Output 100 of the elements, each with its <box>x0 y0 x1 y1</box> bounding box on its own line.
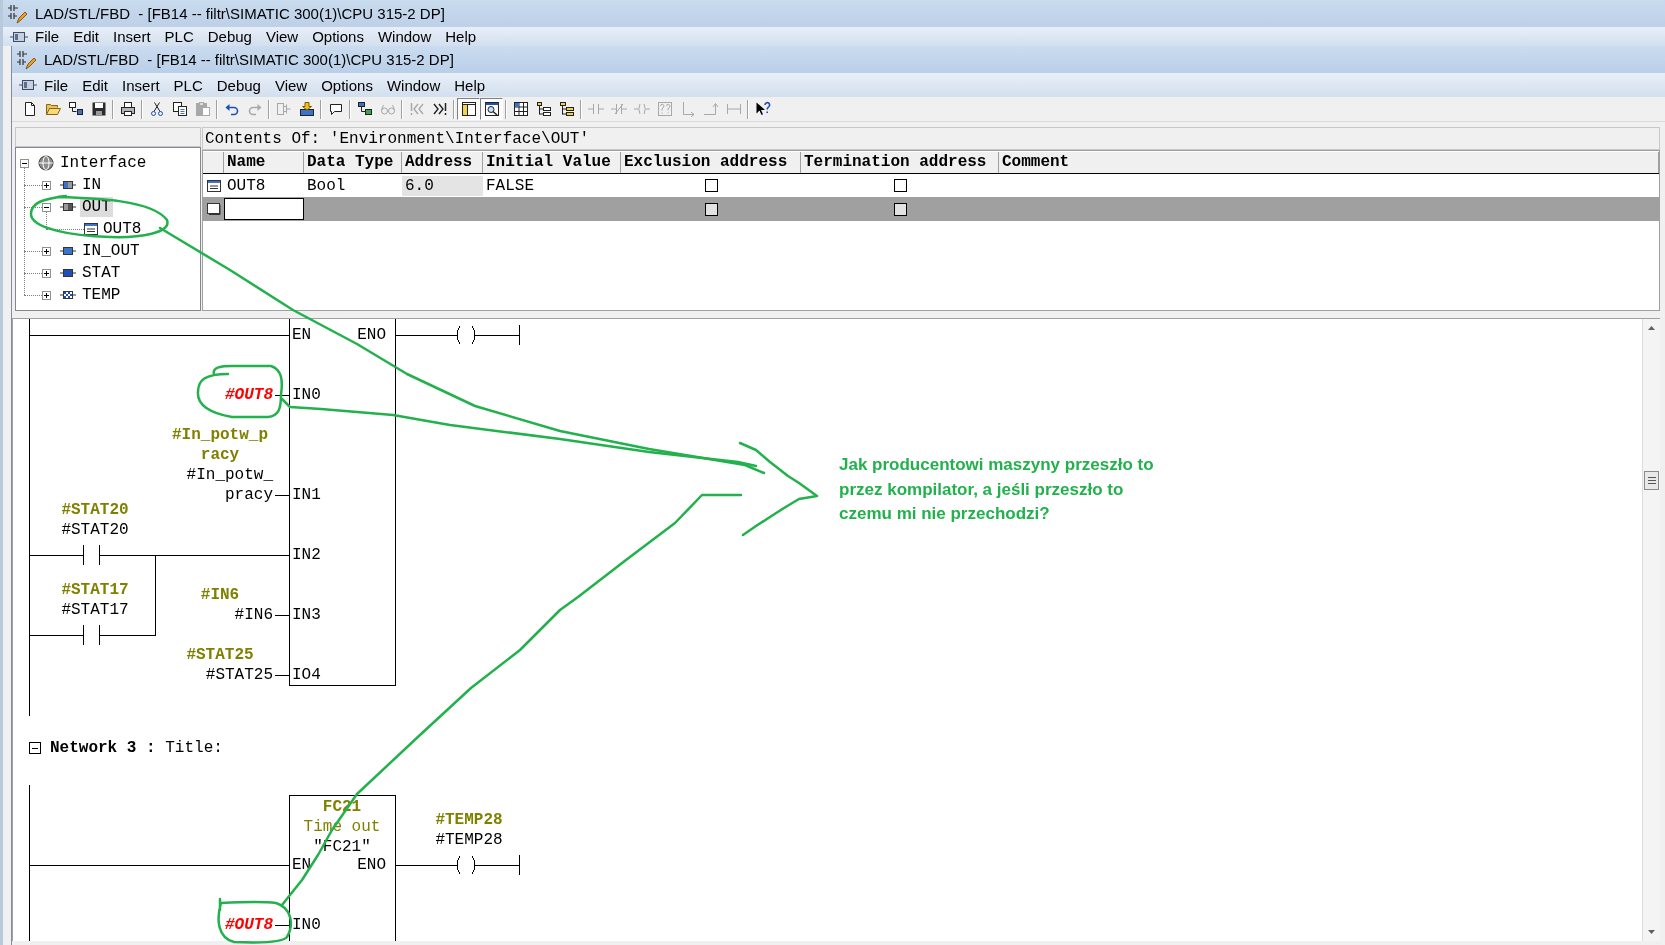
pin-label: ENO <box>357 855 386 875</box>
open-folder-icon <box>44 101 61 117</box>
wire <box>274 614 290 616</box>
magnifier-window-button[interactable] <box>480 98 503 120</box>
caret-up-icon <box>1648 326 1655 330</box>
expand-icon[interactable] <box>42 290 51 300</box>
help-pointer-icon <box>754 101 771 117</box>
download-icon <box>298 101 315 117</box>
menu-item[interactable]: Options <box>305 28 371 45</box>
clipboard-icon <box>194 101 211 117</box>
copy-icon <box>171 101 188 117</box>
scroll-thumb[interactable] <box>1644 471 1659 490</box>
network-icon <box>356 101 373 117</box>
collapse-icon[interactable] <box>42 202 51 212</box>
contact-symbol <box>82 624 100 646</box>
menu-item[interactable]: Options <box>314 76 380 94</box>
wire <box>274 924 290 926</box>
column-header: Address <box>402 152 483 173</box>
expand-icon[interactable] <box>42 268 51 278</box>
tree-item[interactable]: OUT8 <box>101 219 144 239</box>
menu-item[interactable]: File <box>28 28 67 45</box>
menu-item[interactable]: Help <box>447 76 493 94</box>
question-box-icon <box>656 101 673 117</box>
caret-down-icon <box>1648 930 1655 934</box>
menu-item[interactable]: Insert <box>106 28 158 45</box>
coil-symbol <box>456 325 476 345</box>
operand-label: #STAT25 <box>205 665 273 685</box>
collapse-icon[interactable] <box>20 158 29 168</box>
ladder-pencil-icon <box>7 3 27 24</box>
speech-box-icon <box>327 101 344 117</box>
pin-label: IN0 <box>292 915 321 935</box>
vertical-scrollbar[interactable] <box>1642 319 1660 941</box>
menu-item[interactable]: Help <box>438 28 484 45</box>
tree-item[interactable]: Interface <box>58 153 149 173</box>
menu-item[interactable]: Edit <box>66 28 107 45</box>
pin-label: ENO <box>357 325 386 345</box>
table-cell: FALSE <box>486 176 534 195</box>
column-header: Comment <box>999 152 1659 173</box>
list-entry-icon <box>206 179 221 192</box>
block-diagram-icon <box>275 101 292 117</box>
menu-item[interactable]: File <box>37 76 76 94</box>
menu-item[interactable]: Edit <box>75 76 116 94</box>
column-header: Data Type <box>304 152 402 173</box>
name-input[interactable] <box>224 198 304 220</box>
checkbox[interactable] <box>893 202 907 216</box>
menu-item[interactable]: Debug <box>209 76 268 94</box>
tree-item[interactable]: IN <box>80 175 104 195</box>
empty-entry-icon <box>206 203 221 215</box>
expand-icon[interactable] <box>42 180 51 190</box>
window-menu-icon[interactable] <box>19 79 37 91</box>
window-title: LAD/STL/FBD - [FB14 -- filtr\SIMATIC 300(1)\CPU 315-2 DP] <box>44 50 454 69</box>
menu-item[interactable]: View <box>267 76 315 94</box>
connector-icon <box>725 101 742 117</box>
menu-item[interactable]: PLC <box>166 76 210 94</box>
checkbox[interactable] <box>704 179 718 192</box>
operand-label: #TEMP28 <box>435 830 503 850</box>
menu-item[interactable]: Insert <box>115 76 167 94</box>
pin-label: IN2 <box>292 545 321 565</box>
tree-icon <box>535 101 552 117</box>
wire <box>274 674 290 676</box>
menu-item[interactable]: Debug <box>200 28 259 45</box>
table-cell: 6.0 <box>402 175 483 196</box>
branch-close-icon <box>702 101 719 117</box>
menu-item[interactable]: Window <box>370 28 439 45</box>
column-header: Termination address <box>801 152 999 173</box>
operand-label: #OUT8 <box>225 915 273 935</box>
ladder-pencil-icon <box>16 49 36 70</box>
wire <box>274 494 290 496</box>
split-window-button[interactable] <box>457 98 480 120</box>
menu-item[interactable]: View <box>258 28 306 45</box>
pin-label: IN0 <box>292 385 321 405</box>
operand-label: #In_potw_ pracy <box>186 465 273 505</box>
double-chevron-right-icon <box>431 101 448 117</box>
symbol-comment: #TEMP28 <box>435 810 503 830</box>
operand-label: #OUT8 <box>225 385 273 405</box>
menu-item[interactable]: PLC <box>157 28 201 45</box>
window-title: LAD/STL/FBD - [FB14 -- filtr\SIMATIC 300(1)\CPU 315-2 DP] <box>35 4 445 23</box>
window-menu-icon[interactable] <box>10 30 28 43</box>
network-title: Network 3 : Title: <box>50 738 223 758</box>
column-header: Initial Value <box>483 152 621 173</box>
globe-icon <box>38 155 54 171</box>
tree-item[interactable]: STAT <box>80 263 123 283</box>
collapse-icon[interactable] <box>29 742 41 754</box>
coil-icon <box>633 101 650 117</box>
table-cell: OUT8 <box>227 176 266 195</box>
split-window-icon <box>460 101 477 117</box>
expand-icon[interactable] <box>42 246 51 256</box>
menu-item[interactable]: Window <box>379 76 448 94</box>
symbol-comment: #IN6 <box>200 585 240 605</box>
checkbox[interactable] <box>704 202 718 216</box>
column-header: Exclusion address <box>621 152 801 173</box>
tree-list-icon <box>558 101 575 117</box>
wire <box>274 394 290 396</box>
symbol-comment: #STAT20 <box>61 500 129 520</box>
tree-item[interactable]: TEMP <box>80 285 123 305</box>
tree-item[interactable]: IN_OUT <box>80 241 142 261</box>
operand-label: #IN6 <box>234 605 273 625</box>
checkbox[interactable] <box>893 179 907 192</box>
undo-icon <box>223 101 240 117</box>
contents-title: Contents Of: 'Environment\Interface\OUT' <box>202 127 1660 150</box>
